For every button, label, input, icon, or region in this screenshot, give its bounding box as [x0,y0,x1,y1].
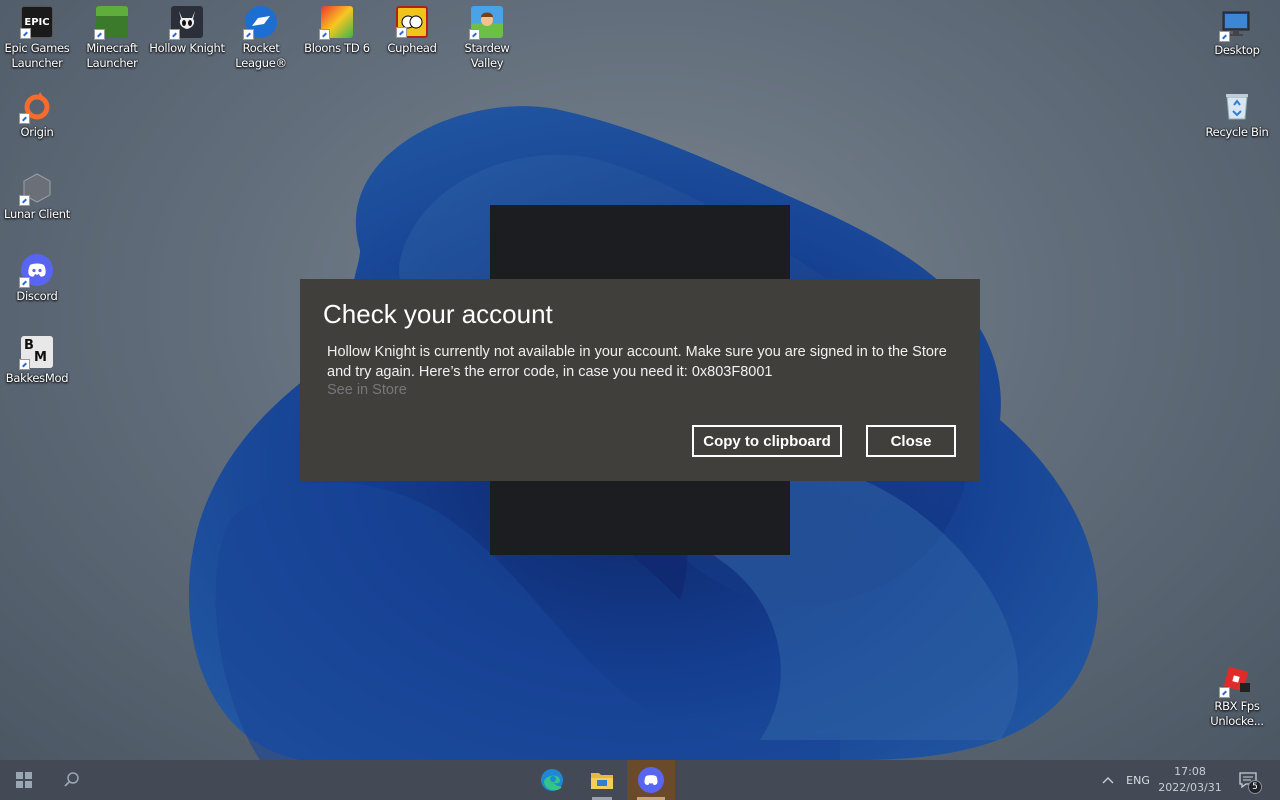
stardew-valley-icon [469,6,503,40]
desktop-icon-minecraft-launcher[interactable]: Minecraft Launcher [74,6,150,71]
minecraft-icon [94,6,128,40]
desktop-icon-recycle-bin[interactable]: Recycle Bin [1199,90,1275,140]
lunar-client-icon [19,172,53,206]
desktop-icon-epic-games[interactable]: EPIC Epic Games Launcher [0,6,75,71]
language-indicator[interactable]: ENG [1122,760,1154,800]
desktop-icon-bakkesmod[interactable]: BM BakkesMod [0,336,75,386]
desktop-icon-hollow-knight[interactable]: Hollow Knight [149,6,225,56]
bakkesmod-icon: BM [19,336,53,370]
notification-center-button[interactable]: 5 [1232,760,1264,800]
recycle-bin-icon [1221,90,1253,122]
desktop-icon-bloons-td6[interactable]: Bloons TD 6 [299,6,375,56]
taskbar-edge[interactable] [529,760,575,800]
copy-to-clipboard-button[interactable]: Copy to clipboard [692,425,842,457]
tray-overflow-button[interactable] [1096,760,1120,800]
start-button[interactable] [6,760,42,800]
clock-date: 2022/03/31 [1158,781,1222,794]
cuphead-icon [396,6,428,38]
origin-icon [19,90,53,124]
dialog-message: Hollow Knight is currently not available… [327,344,947,380]
desktop-icon-rocket-league[interactable]: Rocket League® [223,6,299,71]
error-dialog: Check your account Hollow Knight is curr… [300,279,980,481]
file-explorer-icon [591,773,613,789]
dialog-title: Check your account [323,299,553,329]
desktop-icon [1219,8,1253,42]
taskbar-clock[interactable]: 17:08 2022/03/31 [1155,764,1225,796]
rbx-fps-unlocker-icon [1219,664,1253,698]
discord-icon [638,767,664,793]
desktop-icon-desktop[interactable]: Desktop [1199,8,1275,58]
desktop-icon-cuphead[interactable]: Cuphead [374,6,450,56]
desktop-icon-lunar-client[interactable]: Lunar Client [0,172,75,222]
edge-icon [541,769,563,791]
hollow-knight-icon [169,6,203,40]
search-icon [64,772,79,787]
rocket-league-icon [243,6,277,40]
chevron-up-icon [1102,777,1114,784]
desktop-icon-origin[interactable]: Origin [0,90,75,140]
search-button[interactable] [54,760,90,800]
epic-games-icon: EPIC [20,6,53,39]
windows-start-icon [16,772,32,788]
see-in-store-link[interactable]: See in Store [327,382,407,398]
taskbar-file-explorer[interactable] [580,760,624,800]
desktop-icon-discord[interactable]: Discord [0,254,75,304]
clock-time: 17:08 [1174,765,1206,778]
taskbar-discord[interactable] [627,760,675,800]
discord-icon [19,254,53,288]
notification-count-badge: 5 [1248,780,1262,794]
desktop-icon-rbx-fps-unlocker[interactable]: RBX Fps Unlocke... [1199,664,1275,729]
close-button[interactable]: Close [866,425,956,457]
bloons-td6-icon [319,6,353,40]
desktop-icon-stardew-valley[interactable]: Stardew Valley [449,6,525,71]
taskbar: ENG 17:08 2022/03/31 5 [0,760,1280,800]
